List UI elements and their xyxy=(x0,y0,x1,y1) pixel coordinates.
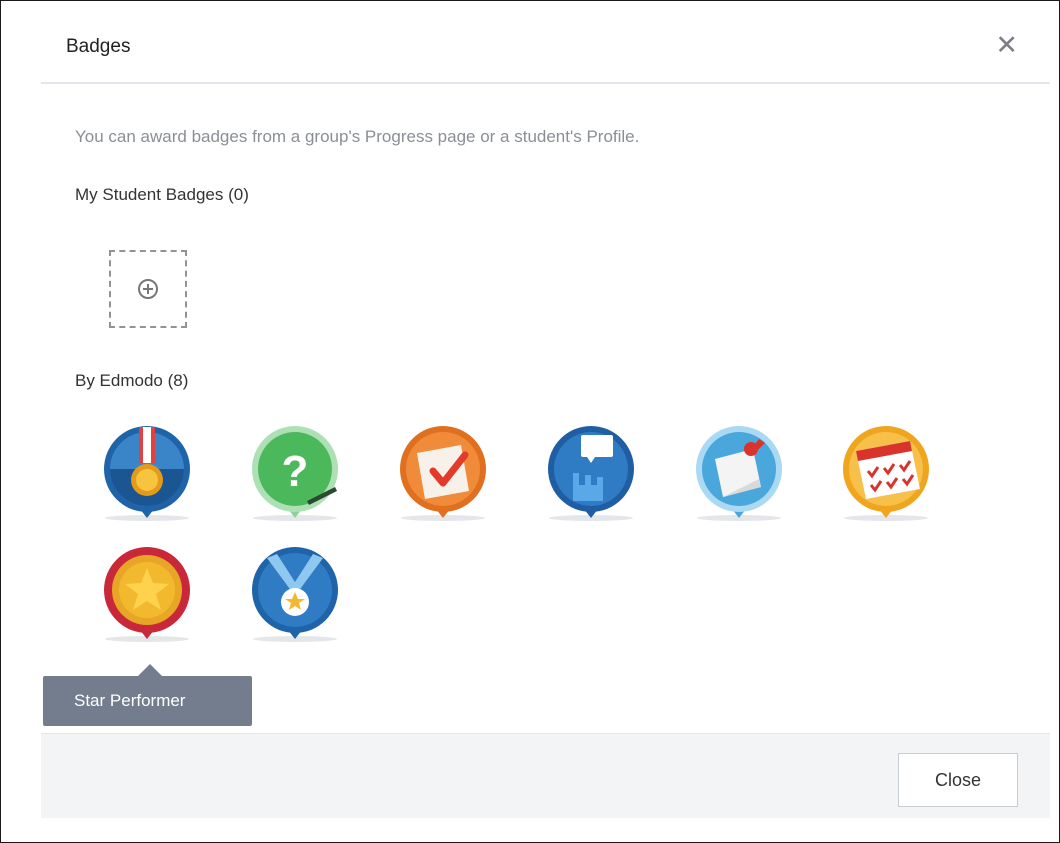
svg-text:?: ? xyxy=(282,447,309,496)
close-icon[interactable]: ✕ xyxy=(995,31,1018,59)
star-medal-icon xyxy=(104,547,190,642)
add-badge-button[interactable] xyxy=(109,250,187,328)
raised-hand-icon xyxy=(548,426,634,521)
medal-ribbon-icon xyxy=(104,426,190,521)
badge-question[interactable]: ? xyxy=(247,423,343,523)
badge-tooltip: Star Performer xyxy=(43,676,252,726)
calendar-checks-icon xyxy=(843,426,929,521)
modal-footer: Close xyxy=(41,733,1050,818)
badge-calendar[interactable] xyxy=(838,423,934,523)
badge-star-performer[interactable] xyxy=(99,544,195,644)
window-frame: Badges ✕ You can award badges from a gro… xyxy=(0,0,1060,843)
by-edmodo-heading: By Edmodo (8) xyxy=(75,371,189,390)
intro-text: You can award badges from a group's Prog… xyxy=(75,127,640,146)
checklist-icon xyxy=(400,426,486,521)
modal-header: Badges ✕ xyxy=(41,9,1050,84)
plus-circle-icon xyxy=(138,279,158,299)
pinned-note-icon xyxy=(696,426,782,521)
badges-modal: Badges ✕ You can award badges from a gro… xyxy=(41,9,1050,818)
badge-star-ribbon[interactable] xyxy=(247,544,343,644)
my-student-badges-heading: My Student Badges (0) xyxy=(75,185,249,204)
close-button[interactable]: Close xyxy=(898,753,1018,807)
badge-pinned-note[interactable] xyxy=(691,423,787,523)
modal-title: Badges xyxy=(66,36,131,57)
question-mark-icon: ? xyxy=(252,426,338,521)
badge-participation[interactable] xyxy=(543,423,639,523)
badge-checklist[interactable] xyxy=(395,423,491,523)
badge-medal[interactable] xyxy=(99,423,195,523)
star-ribbon-icon xyxy=(252,547,338,642)
tooltip-arrow xyxy=(138,664,162,676)
